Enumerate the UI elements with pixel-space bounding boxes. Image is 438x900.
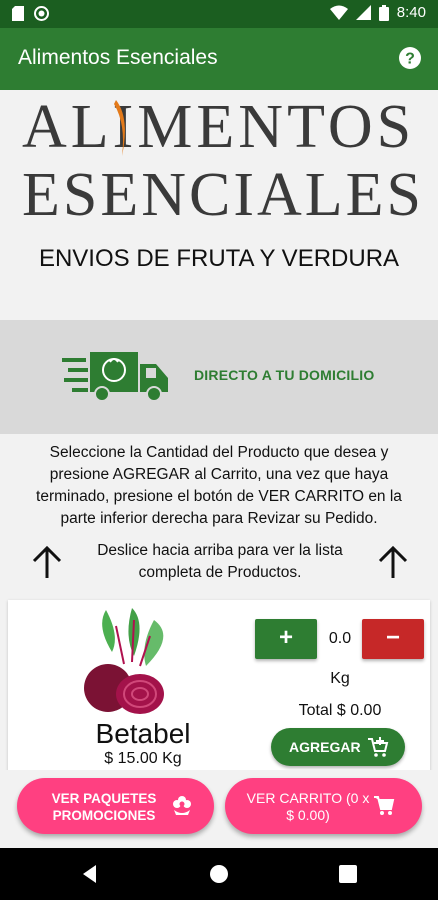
product-price: $ 15.00 Kg xyxy=(104,750,182,767)
product-name: Betabel xyxy=(95,718,191,749)
delivery-truck-icon xyxy=(62,352,168,402)
bottom-actions: VER PAQUETES PROMOCIONES VER CARRITO (0 … xyxy=(0,770,438,848)
content-scroll[interactable]: ALIMENTOS ESENCIALES ENVIOS DE FRUTA Y V… xyxy=(0,90,438,770)
logo-line-2: ESENCIALES xyxy=(22,161,424,229)
battery-icon xyxy=(378,4,389,21)
view-promotions-button[interactable]: VER PAQUETES PROMOCIONES xyxy=(17,778,214,834)
product-total: Total $ 0.00 xyxy=(298,702,382,719)
status-system: 8:40 xyxy=(329,4,426,21)
minus-label: − xyxy=(385,624,400,651)
plus-label: + xyxy=(278,624,293,651)
app-bar: Alimentos Esenciales ? xyxy=(0,28,438,90)
wifi-icon xyxy=(329,5,348,20)
instructions-text: Seleccione la Cantidad del Producto que … xyxy=(36,444,402,527)
delivery-banner: DIRECTO A TU DOMICILIO xyxy=(0,320,438,434)
sd-card-icon xyxy=(12,6,24,21)
home-icon[interactable] xyxy=(209,864,229,884)
view-promotions-label: VER PAQUETES PROMOCIONES xyxy=(51,791,157,823)
recent-apps-icon[interactable] xyxy=(339,865,357,883)
quantity-unit: Kg xyxy=(330,670,350,687)
status-bar: 8:40 xyxy=(0,0,438,28)
tagline: ENVIOS DE FRUTA Y VERDURA xyxy=(38,245,400,272)
logo-carrot-icon xyxy=(114,100,125,156)
system-nav-bar xyxy=(0,848,438,900)
signal-icon xyxy=(355,5,371,20)
scroll-hint-row: Deslice hacia arriba para ver la lista c… xyxy=(0,538,438,590)
logo-line-1: ALIMENTOS xyxy=(22,93,416,161)
cart-plus-icon xyxy=(368,737,389,757)
arrow-up-icon xyxy=(378,546,408,578)
arrow-up-icon xyxy=(32,546,62,578)
add-to-cart-label: AGREGAR xyxy=(289,739,361,755)
decrease-quantity-button[interactable]: − xyxy=(362,619,424,659)
help-circle-icon[interactable]: ? xyxy=(398,46,422,70)
quantity-value: 0.0 xyxy=(328,630,352,647)
increase-quantity-button[interactable]: + xyxy=(255,619,317,659)
shopping-cart-icon xyxy=(374,796,395,815)
scroll-hint-text: Deslice hacia arriba para ver la lista c… xyxy=(97,542,343,581)
app-title: Alimentos Esenciales xyxy=(18,46,218,69)
banner-text: DIRECTO A TU DOMICILIO xyxy=(194,367,375,383)
brand-logo: ALIMENTOS ESENCIALES xyxy=(0,90,438,230)
svg-text:?: ? xyxy=(405,51,415,68)
record-icon xyxy=(34,6,49,21)
status-time: 8:40 xyxy=(396,4,426,21)
add-to-cart-button[interactable]: AGREGAR xyxy=(271,728,405,766)
view-cart-button[interactable]: VER CARRITO (0 x $ 0.00) xyxy=(225,778,422,834)
view-cart-label: VER CARRITO (0 x $ 0.00) xyxy=(246,790,370,823)
flower-icon xyxy=(173,796,191,815)
status-notifications xyxy=(12,6,49,21)
product-card: Betabel $ 15.00 Kg + 0.0 − Kg Total $ 0.… xyxy=(8,600,430,770)
beet-image xyxy=(84,608,164,714)
back-icon[interactable] xyxy=(80,864,100,884)
